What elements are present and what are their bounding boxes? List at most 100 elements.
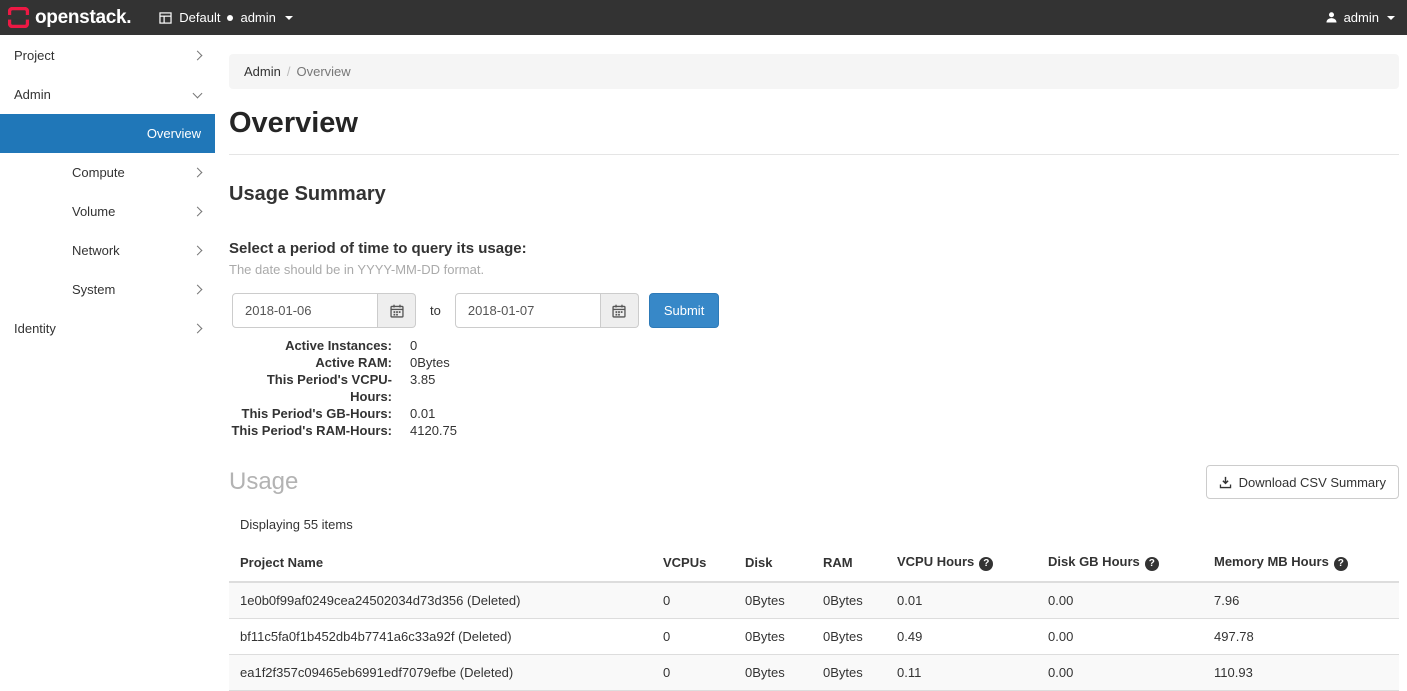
help-icon[interactable]: ? — [979, 557, 993, 571]
domain-label: Default — [179, 10, 220, 25]
stat-value: 0 — [410, 337, 417, 354]
user-label: admin — [1344, 10, 1379, 25]
download-csv-button[interactable]: Download CSV Summary — [1206, 465, 1399, 499]
sidebar-item-compute[interactable]: Compute — [0, 153, 215, 192]
date-from-input[interactable] — [232, 293, 378, 328]
column-header: VCPU Hours? — [886, 544, 1037, 582]
chevron-right-icon — [193, 285, 203, 295]
stat-label: This Period's RAM-Hours: — [229, 422, 392, 439]
chevron-right-icon — [193, 324, 203, 334]
table-cell: 0.11 — [886, 655, 1037, 691]
submit-button[interactable]: Submit — [649, 293, 719, 328]
caret-down-icon — [1387, 16, 1395, 20]
usage-section-header: Usage Download CSV Summary — [229, 465, 1399, 499]
chevron-right-icon — [193, 168, 203, 178]
caret-down-icon — [285, 16, 293, 20]
usage-table-header-row: Project NameVCPUsDiskRAMVCPU Hours?Disk … — [229, 544, 1399, 582]
table-cell: 0 — [652, 619, 734, 655]
stat-value: 4120.75 — [410, 422, 457, 439]
table-cell: 0Bytes — [734, 655, 812, 691]
table-cell: 0Bytes — [812, 655, 886, 691]
stat-row: This Period's VCPU-Hours:3.85 — [229, 371, 1399, 405]
date-to-group — [455, 293, 639, 328]
stat-row: This Period's GB-Hours:0.01 — [229, 405, 1399, 422]
user-icon — [1325, 11, 1338, 24]
table-cell: 7.96 — [1203, 582, 1399, 619]
stat-label: Active RAM: — [229, 354, 392, 371]
stat-row: This Period's RAM-Hours: 4120.75 — [229, 422, 1399, 439]
table-cell: 497.78 — [1203, 619, 1399, 655]
date-format-hint: The date should be in YYYY-MM-DD format. — [229, 262, 1399, 277]
date-to-input[interactable] — [455, 293, 601, 328]
column-header: Disk GB Hours? — [1037, 544, 1203, 582]
sidebar-item-overview[interactable]: Overview — [0, 114, 215, 153]
table-row: ea1f2f357c09465eb6991edf7079efbe (Delete… — [229, 655, 1399, 691]
download-csv-label: Download CSV Summary — [1239, 475, 1386, 490]
column-header: Project Name — [229, 544, 652, 582]
sidebar-item-network[interactable]: Network — [0, 231, 215, 270]
date-from-calendar-button[interactable] — [378, 293, 416, 328]
calendar-icon — [612, 304, 626, 318]
openstack-logo-icon — [8, 7, 29, 28]
stat-row: Active RAM: 0Bytes — [229, 354, 1399, 371]
column-header: VCPUs — [652, 544, 734, 582]
sidebar-item-label: Network — [72, 243, 120, 258]
context-switcher[interactable]: Default admin — [159, 10, 293, 25]
usage-summary-heading: Usage Summary — [229, 183, 1399, 206]
sidebar-item-identity[interactable]: Identity — [0, 309, 215, 348]
sidebar-item-admin[interactable]: Admin — [0, 75, 215, 114]
help-icon[interactable]: ? — [1145, 557, 1159, 571]
domain-icon — [159, 12, 172, 24]
chevron-right-icon — [193, 207, 203, 217]
calendar-icon — [390, 304, 404, 318]
sidebar-item-label: Project — [14, 48, 54, 63]
date-from-group — [232, 293, 416, 328]
items-count: Displaying 55 items — [240, 517, 1399, 532]
table-cell: 0Bytes — [812, 619, 886, 655]
table-cell: 0 — [652, 582, 734, 619]
column-header: Disk — [734, 544, 812, 582]
project-label: admin — [240, 10, 275, 25]
help-icon[interactable]: ? — [1334, 557, 1348, 571]
usage-table-body: 1e0b0f99af0249cea24502034d73d356 (Delete… — [229, 582, 1399, 691]
sidebar-item-system[interactable]: System — [0, 270, 215, 309]
sidebar-item-label: Admin — [14, 87, 51, 102]
page-layout: Project Admin Overview Compute Volume Network… — [0, 35, 1407, 670]
table-cell: 0Bytes — [812, 582, 886, 619]
usage-query-form: to Submit — [232, 293, 1399, 328]
table-cell: ea1f2f357c09465eb6991edf7079efbe (Delete… — [229, 655, 652, 691]
stat-value: 3.85 — [410, 371, 435, 405]
sidebar-item-label: Identity — [14, 321, 56, 336]
breadcrumb-current: Overview — [296, 64, 350, 79]
sidebar-item-label: Compute — [72, 165, 125, 180]
title-divider — [229, 154, 1399, 155]
sidebar-item-label: System — [72, 282, 115, 297]
breadcrumb-separator: / — [287, 64, 291, 79]
separator-dot-icon — [227, 15, 233, 21]
column-header: RAM — [812, 544, 886, 582]
stat-label: This Period's GB-Hours: — [229, 405, 392, 422]
table-cell: 0.00 — [1037, 655, 1203, 691]
sidebar-item-volume[interactable]: Volume — [0, 192, 215, 231]
stat-label: Active Instances: — [229, 337, 392, 354]
table-cell: 0.01 — [886, 582, 1037, 619]
main-content: Admin/Overview Overview Usage Summary Se… — [215, 35, 1407, 670]
date-to-calendar-button[interactable] — [601, 293, 639, 328]
sidebar-item-project[interactable]: Project — [0, 36, 215, 75]
user-menu[interactable]: admin — [1325, 10, 1395, 25]
chevron-right-icon — [193, 51, 203, 61]
sidebar-item-label: Overview — [147, 126, 201, 141]
brand-text: openstack. — [35, 7, 131, 29]
brand-home-link[interactable]: openstack. — [8, 7, 131, 29]
stat-value: 0Bytes — [410, 354, 450, 371]
breadcrumb: Admin/Overview — [229, 54, 1399, 89]
table-row: 1e0b0f99af0249cea24502034d73d356 (Delete… — [229, 582, 1399, 619]
table-cell: 0Bytes — [734, 619, 812, 655]
chevron-right-icon — [193, 246, 203, 256]
table-cell: 0Bytes — [734, 582, 812, 619]
table-cell: 110.93 — [1203, 655, 1399, 691]
table-cell: 0.49 — [886, 619, 1037, 655]
column-header: Memory MB Hours? — [1203, 544, 1399, 582]
to-label: to — [430, 303, 441, 318]
page-title: Overview — [229, 107, 1399, 140]
